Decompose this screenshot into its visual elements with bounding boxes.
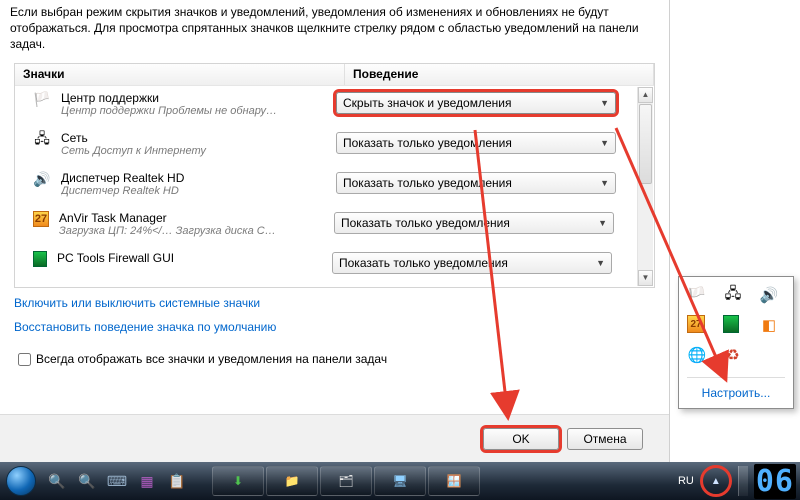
scroll-up-button[interactable]: ▲ [638, 87, 653, 103]
taskbar-tray: RU ▲ 06 [674, 464, 800, 499]
behavior-dropdown[interactable]: Показать только уведомления ▼ [336, 132, 616, 154]
notification-icons-dialog: Если выбран режим скрытия значков и увед… [0, 0, 670, 462]
row-action-center: 🏳️ Центр поддержки Центр поддержки Пробл… [15, 86, 654, 126]
row-desc: Сеть Доступ к Интернету [61, 145, 336, 157]
tray-overflow-popup: 🏳️ 🖧 🔊 27 ◧ 🌐 ♻ Настроить... [678, 276, 794, 409]
dropdown-value: Показать только уведомления [341, 216, 510, 230]
chevron-down-icon: ▼ [600, 178, 609, 188]
grid-scrollbar[interactable]: ▲ ▼ [637, 87, 653, 286]
chevron-down-icon: ▼ [598, 218, 607, 228]
dropdown-value: Показать только уведомления [343, 176, 512, 190]
language-indicator[interactable]: RU [674, 473, 698, 489]
restore-default-link[interactable]: Восстановить поведение значка по умолчан… [14, 320, 655, 334]
ccleaner-icon[interactable]: ♻ [723, 345, 743, 365]
row-name: AnVir Task Manager [59, 211, 334, 225]
behavior-dropdown[interactable]: Скрыть значок и уведомления ▼ [336, 92, 616, 114]
row-name: Диспетчер Realtek HD [61, 171, 336, 185]
row-realtek: 🔊 Диспетчер Realtek HD Диспетчер Realtek… [15, 166, 654, 206]
dropdown-value: Показать только уведомления [343, 136, 512, 150]
tray-overflow-button-highlight: ▲ [700, 465, 732, 497]
show-desktop-button[interactable] [738, 466, 748, 496]
row-name: Центр поддержки [61, 91, 336, 105]
row-name: PC Tools Firewall GUI [57, 251, 332, 265]
flag-icon[interactable]: 🏳️ [687, 285, 707, 305]
row-pctools: PC Tools Firewall GUI Показать только ув… [15, 246, 654, 286]
scroll-down-button[interactable]: ▼ [638, 270, 653, 286]
globe-icon[interactable]: 🌐 [687, 345, 707, 365]
speaker-icon[interactable]: 🔊 [759, 285, 779, 305]
cancel-button[interactable]: Отмена [567, 428, 643, 450]
taskbar-left: 🔍 🔍 ⌨ ▦ 📋 ⬇ 📁 🗂 🖥 🪟 [0, 466, 480, 496]
popup-separator [687, 377, 785, 378]
always-show-row: Всегда отображать все значки и уведомлен… [0, 346, 669, 373]
quicklaunch-icon[interactable]: 🔍 [48, 472, 66, 490]
ok-button[interactable]: OK [483, 428, 559, 450]
chevron-down-icon: ▼ [596, 258, 605, 268]
always-show-label: Всегда отображать все значки и уведомлен… [36, 352, 387, 366]
quicklaunch-icon[interactable]: 📋 [168, 472, 186, 490]
dropdown-value: Скрыть значок и уведомления [343, 96, 511, 110]
popup-icon-grid: 🏳️ 🖧 🔊 27 ◧ 🌐 ♻ [687, 285, 785, 369]
col-header-icons[interactable]: Значки [15, 64, 345, 85]
start-button[interactable] [6, 466, 36, 496]
dialog-links: Включить или выключить системные значки … [0, 288, 669, 346]
row-name: Сеть [61, 131, 336, 145]
shield-icon [33, 251, 47, 267]
row-desc: Центр поддержки Проблемы не обнару… [61, 105, 336, 117]
dialog-description: Если выбран режим скрытия значков и увед… [0, 0, 669, 63]
task-button[interactable]: 📁 [266, 466, 318, 496]
row-network: 🖧 Сеть Сеть Доступ к Интернету Показать … [15, 126, 654, 166]
row-desc: Загрузка ЦП: 24%</… Загрузка диска С… [59, 225, 334, 237]
flag-icon: 🏳️ [33, 91, 51, 109]
anvir-icon[interactable]: 27 [687, 315, 705, 333]
network-icon: 🖧 [33, 131, 51, 149]
row-desc: Диспетчер Realtek HD [61, 185, 336, 197]
quicklaunch-icon[interactable]: ▦ [138, 472, 156, 490]
speaker-icon: 🔊 [33, 171, 51, 189]
scroll-thumb[interactable] [639, 104, 652, 184]
icons-grid: Значки Поведение 🏳️ Центр поддержки Цент… [14, 63, 655, 288]
anvir-icon: 27 [33, 211, 49, 227]
toggle-system-icons-link[interactable]: Включить или выключить системные значки [14, 296, 655, 310]
network-icon[interactable]: 🖧 [723, 285, 743, 305]
row-anvir: 27 AnVir Task Manager Загрузка ЦП: 24%</… [15, 206, 654, 246]
shield-icon[interactable] [723, 315, 739, 333]
behavior-dropdown[interactable]: Показать только уведомления ▼ [334, 212, 614, 234]
task-button[interactable]: 🪟 [428, 466, 480, 496]
orange-icon[interactable]: ◧ [759, 315, 779, 335]
chevron-down-icon: ▼ [600, 138, 609, 148]
col-header-behavior[interactable]: Поведение [345, 64, 654, 85]
dialog-footer: OK Отмена [0, 414, 669, 462]
behavior-dropdown[interactable]: Показать только уведомления ▼ [336, 172, 616, 194]
dropdown-value: Показать только уведомления [339, 256, 508, 270]
grid-rows: 🏳️ Центр поддержки Центр поддержки Пробл… [15, 86, 654, 286]
taskbar-tasks: ⬇ 📁 🗂 🖥 🪟 [212, 466, 480, 496]
chevron-down-icon: ▼ [600, 98, 609, 108]
tray-overflow-arrow-icon[interactable]: ▲ [711, 476, 721, 487]
always-show-checkbox[interactable] [18, 353, 31, 366]
behavior-dropdown[interactable]: Показать только уведомления ▼ [332, 252, 612, 274]
task-button[interactable]: 🗂 [320, 466, 372, 496]
quicklaunch-icon[interactable]: ⌨ [108, 472, 126, 490]
taskbar: 🔍 🔍 ⌨ ▦ 📋 ⬇ 📁 🗂 🖥 🪟 RU ▲ 06 [0, 462, 800, 500]
task-button[interactable]: ⬇ [212, 466, 264, 496]
customize-link[interactable]: Настроить... [687, 384, 785, 402]
grid-header: Значки Поведение [15, 64, 654, 86]
task-button[interactable]: 🖥 [374, 466, 426, 496]
quicklaunch-icon[interactable]: 🔍 [78, 472, 96, 490]
clock-fragment: 06 [754, 464, 796, 499]
